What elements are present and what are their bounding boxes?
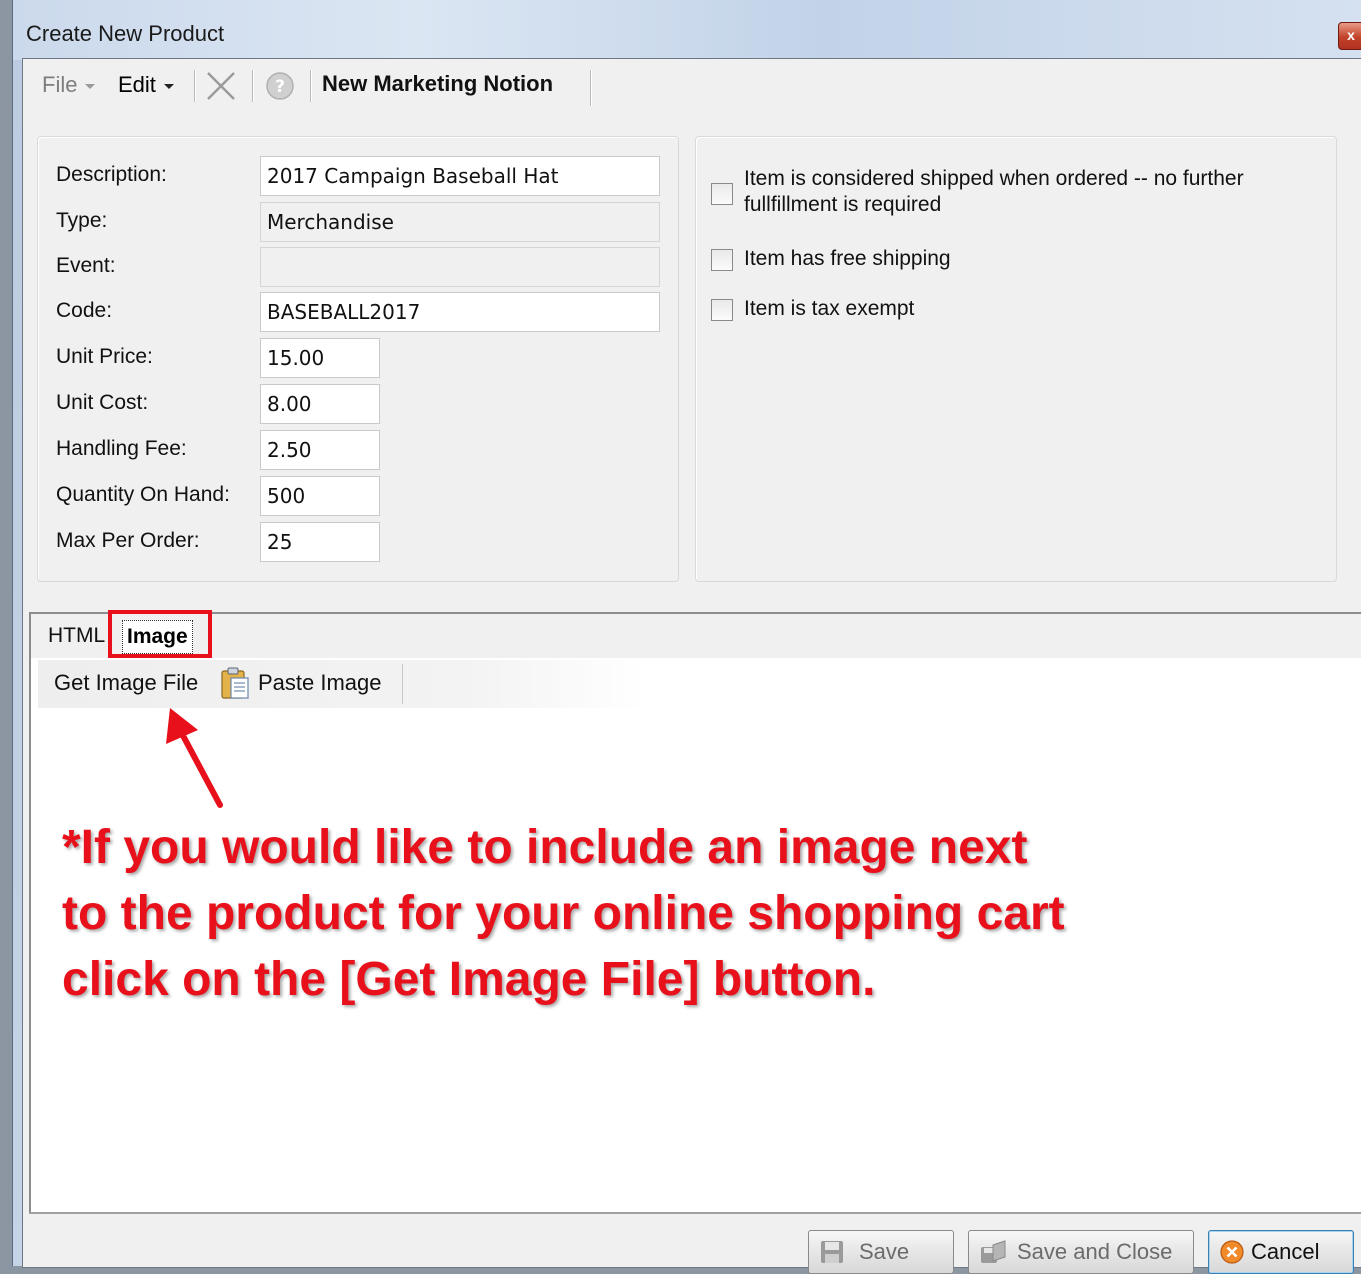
chevron-down-icon [163,83,174,89]
toolbar-separator [402,664,403,704]
menu-separator [590,70,592,106]
code-label: Code: [56,299,113,322]
cancel-label: Cancel [1251,1239,1320,1264]
save-and-close-button[interactable]: Save and Close [968,1230,1194,1274]
unit-cost-label: Unit Cost: [56,391,149,414]
save-button[interactable]: Save [808,1230,954,1274]
save-close-icon [981,1240,1006,1263]
description-label: Description: [56,163,167,186]
save-label: Save [859,1239,910,1264]
max-per-order-input[interactable]: 25 [260,522,380,562]
event-field[interactable] [260,247,660,287]
svg-text:?: ? [275,77,285,97]
handling-fee-label: Handling Fee: [56,437,187,460]
save-and-close-label: Save and Close [1017,1239,1173,1264]
close-window-button[interactable]: x [1338,22,1361,50]
type-label: Type: [56,209,108,232]
file-menu-label: File [42,72,78,97]
handling-fee-input[interactable]: 2.50 [260,430,380,470]
annotation-text: *If you would like to include an image n… [62,815,1182,1013]
file-menu[interactable]: File [42,72,96,98]
help-icon[interactable]: ? [264,70,296,102]
event-label: Event: [56,254,116,277]
tab-strip [31,614,1361,658]
unit-price-input[interactable]: 15.00 [260,338,380,378]
type-field[interactable]: Merchandise [260,202,660,242]
tax-exempt-checkbox[interactable] [711,299,733,321]
paste-icon[interactable] [220,666,250,700]
footer-divider [29,1212,1361,1214]
max-per-order-label: Max Per Order: [56,529,200,552]
free-shipping-label: Item has free shipping [744,247,951,270]
tab-html[interactable]: HTML [48,624,105,648]
shipped-when-ordered-checkbox[interactable] [711,183,733,205]
cancel-button[interactable]: Cancel [1208,1230,1354,1274]
menu-separator [252,70,254,102]
edit-menu[interactable]: Edit [118,72,174,98]
unit-price-label: Unit Price: [56,345,153,368]
description-input[interactable]: 2017 Campaign Baseball Hat [260,156,660,196]
unit-cost-input[interactable]: 8.00 [260,384,380,424]
menu-separator [194,70,196,102]
free-shipping-checkbox[interactable] [711,249,733,271]
shipped-when-ordered-label-line1: Item is considered shipped when ordered … [744,167,1244,190]
record-title: New Marketing Notion [322,71,554,96]
get-image-file-button[interactable]: Get Image File [54,670,198,696]
shipped-when-ordered-label-line2: fullfillment is required [744,193,942,216]
image-tab-highlight-box [108,610,212,658]
quantity-on-hand-input[interactable]: 500 [260,476,380,516]
floppy-disk-icon [821,1241,843,1263]
shipped-when-ordered-label: Item is considered shipped when ordered … [744,166,1244,218]
annotation-arrow [166,708,223,808]
annotation-line: to the product for your online shopping … [62,887,1065,940]
window-title: Create New Product [26,21,225,46]
annotation-line: click on the [Get Image File] button. [62,953,876,1006]
annotation-line: *If you would like to include an image n… [62,821,1028,874]
chevron-down-icon [85,83,96,89]
edit-menu-label: Edit [118,72,156,97]
paste-image-button[interactable]: Paste Image [258,670,382,696]
code-input[interactable]: BASEBALL2017 [260,292,660,332]
delete-icon[interactable] [204,70,238,102]
menu-separator [310,70,312,102]
tax-exempt-label: Item is tax exempt [744,297,915,320]
quantity-on-hand-label: Quantity On Hand: [56,483,230,506]
cancel-icon [1220,1240,1244,1264]
